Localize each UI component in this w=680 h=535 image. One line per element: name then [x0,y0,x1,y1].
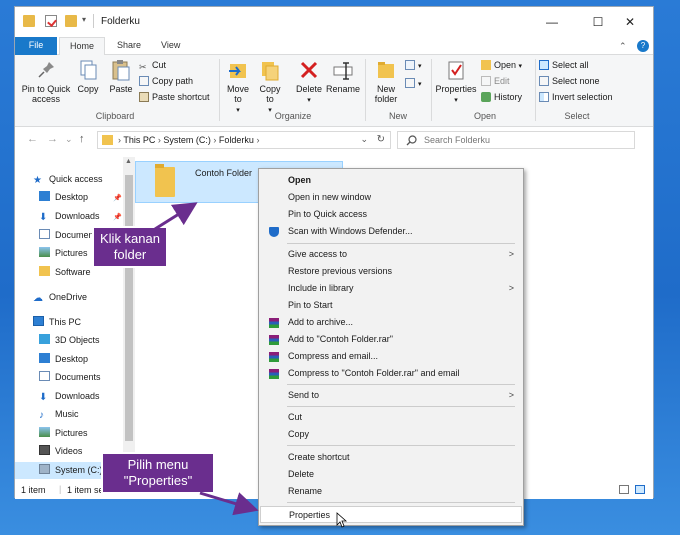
arrow-to-properties [199,491,259,516]
annotation-arrows [154,202,259,516]
arrow-to-folder [154,202,198,231]
